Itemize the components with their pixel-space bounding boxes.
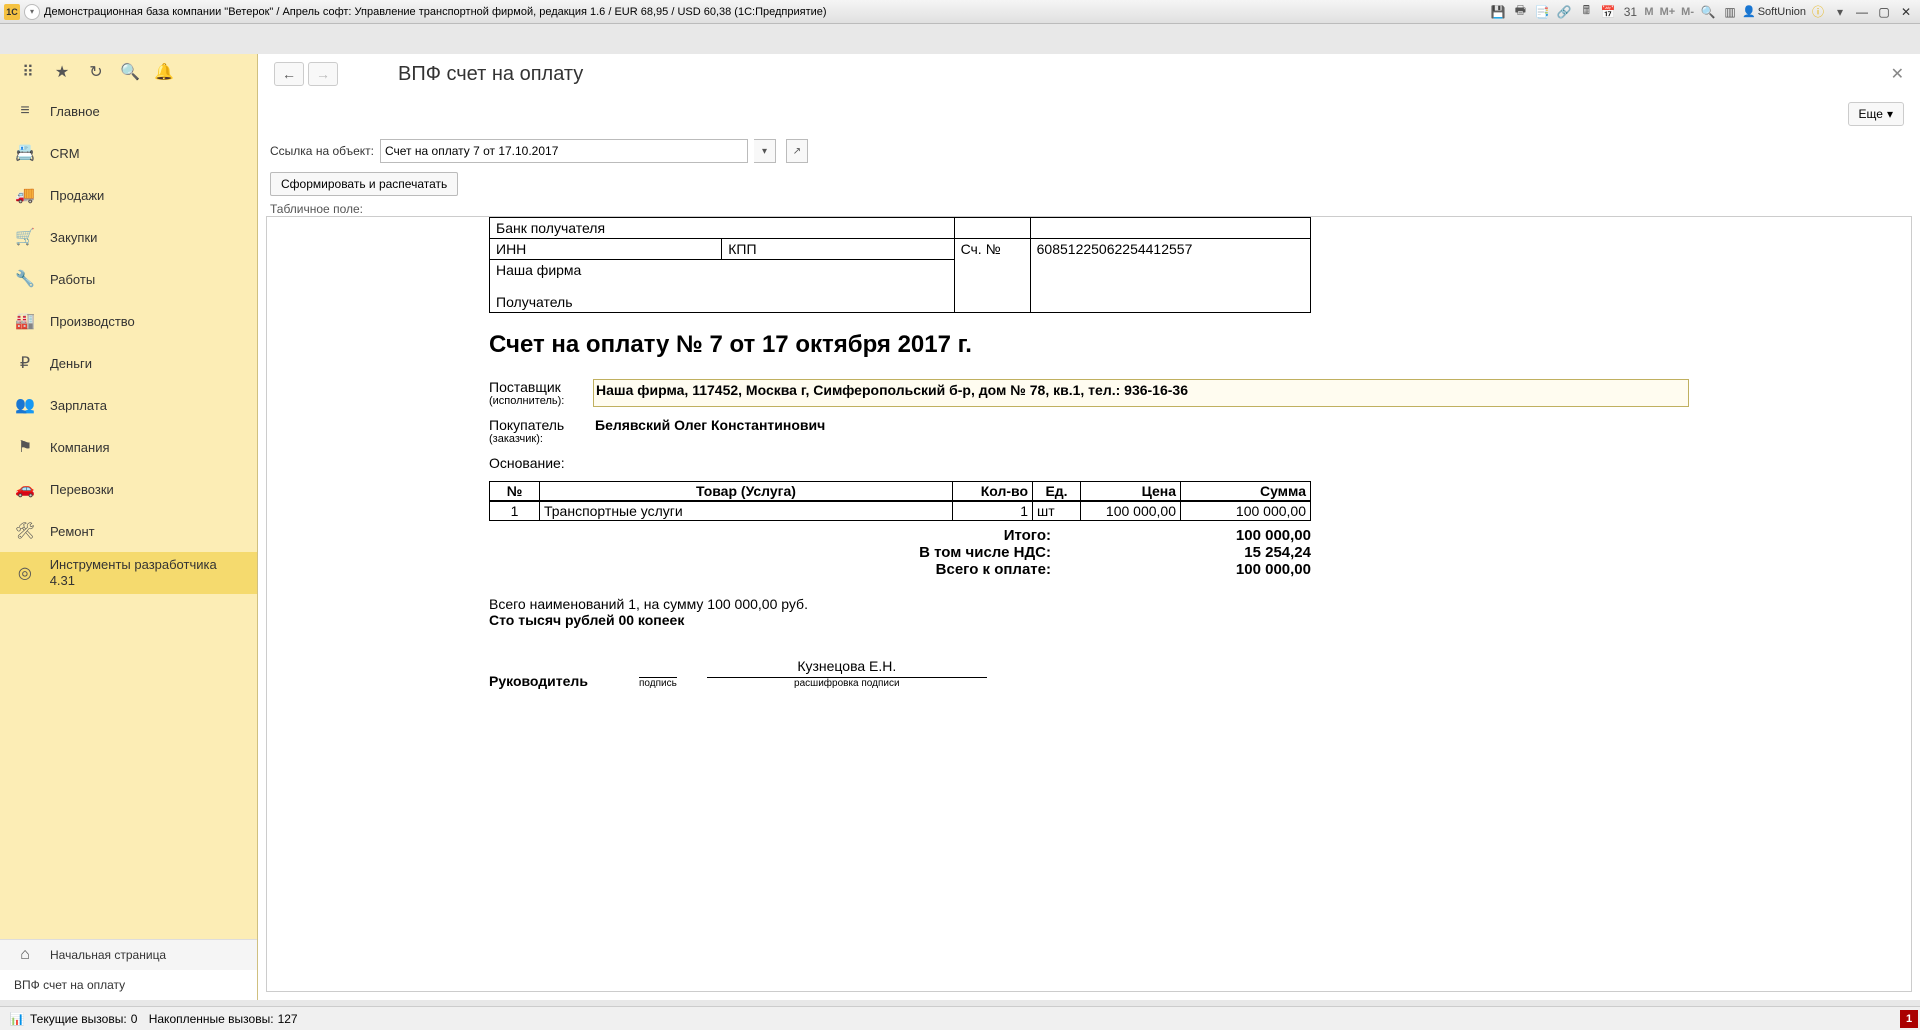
target-icon: ◎ <box>14 562 36 584</box>
document-preview[interactable]: Банк получателя ИНН КПП Сч. № 6085122506… <box>266 216 1912 992</box>
table-row: 1 Транспортные услуги 1 шт 100 000,00 10… <box>490 501 1311 521</box>
sidebar-item-works[interactable]: 🔧Работы <box>0 258 257 300</box>
amount-words: Всего наименований 1, на сумму 100 000,0… <box>489 596 1689 628</box>
ref-dropdown-button[interactable]: ▾ <box>754 139 776 163</box>
truck-icon: 🚚 <box>14 184 36 206</box>
people-icon: 👥 <box>14 394 36 416</box>
main-area: ← → ВПФ счет на оплату ✕ Еще ▾ Ссылка на… <box>258 54 1920 1000</box>
calls-acc-value: 127 <box>278 1012 298 1026</box>
app-logo-icon: 1C <box>4 4 20 20</box>
bank-details-table: Банк получателя ИНН КПП Сч. № 6085122506… <box>489 217 1311 313</box>
cart-icon: 🛒 <box>14 226 36 248</box>
window-title: Демонстрационная база компании "Ветерок"… <box>44 6 827 18</box>
sidebar-item-purchases[interactable]: 🛒Закупки <box>0 216 257 258</box>
close-tab-icon[interactable]: ✕ <box>1891 64 1904 84</box>
compare-icon[interactable]: 📑 <box>1532 3 1552 21</box>
inn-cell: ИНН <box>490 239 722 260</box>
titlebar: 1C ▾ Демонстрационная база компании "Вет… <box>0 0 1920 24</box>
items-table: № Товар (Услуга) Кол-во Ед. Цена Сумма 1… <box>489 481 1311 521</box>
firm-recipient-cell: Наша фирма Получатель <box>490 260 955 313</box>
sidebar-item-sales[interactable]: 🚚Продажи <box>0 174 257 216</box>
print-icon[interactable]: 🖶 <box>1510 3 1530 21</box>
search-icon[interactable]: 🔍 <box>116 60 144 84</box>
totals-block: Итого:100 000,00 В том числе НДС:15 254,… <box>489 527 1311 578</box>
acct-value-cell: 60851225062254412557 <box>1030 239 1310 313</box>
ref-input[interactable] <box>380 139 748 163</box>
flag-icon: ⚑ <box>14 436 36 458</box>
table-field-label: Табличное поле: <box>258 200 1920 216</box>
sidebar-toolbar: ⠿ ★ ↻ 🔍 🔔 <box>0 54 257 90</box>
signature-row: Руководитель подпись Кузнецова Е.Н. расш… <box>489 658 1311 689</box>
info-icon[interactable]: ⓘ <box>1808 3 1828 21</box>
nav-back-button[interactable]: ← <box>274 62 304 86</box>
apps-icon[interactable]: ⠿ <box>14 60 42 84</box>
minimize-button[interactable]: — <box>1852 3 1872 21</box>
statusbar: 📊 Текущие вызовы: 0 Накопленные вызовы: … <box>0 1006 1920 1030</box>
factory-icon: 🏭 <box>14 310 36 332</box>
tools-icon: 🛠 <box>14 520 36 542</box>
buyer-label: Покупатель(заказчик): <box>489 417 593 445</box>
error-indicator[interactable]: 1 <box>1900 1010 1918 1028</box>
close-button[interactable]: ✕ <box>1896 3 1916 21</box>
bank-recipient-cell: Банк получателя <box>490 218 955 239</box>
history-icon[interactable]: ↻ <box>82 60 110 84</box>
status-icon: 📊 <box>8 1010 26 1028</box>
invoice-title: Счет на оплату № 7 от 17 октября 2017 г. <box>489 331 1689 359</box>
car-icon: 🚗 <box>14 478 36 500</box>
calendar-icon[interactable]: 📅 <box>1598 3 1618 21</box>
sidebar-item-company[interactable]: ⚑Компания <box>0 426 257 468</box>
menu-icon: ≡ <box>14 100 36 122</box>
page-title: ВПФ счет на оплату <box>398 63 583 86</box>
sidebar-item-transport[interactable]: 🚗Перевозки <box>0 468 257 510</box>
restore-button[interactable]: ▢ <box>1874 3 1894 21</box>
supplier-value[interactable]: Наша фирма, 117452, Москва г, Симферопол… <box>593 379 1689 407</box>
sidebar-start-page[interactable]: ⌂Начальная страница <box>0 940 257 970</box>
card-icon: 📇 <box>14 142 36 164</box>
memory-mplus[interactable]: M+ <box>1658 6 1678 18</box>
bell-icon[interactable]: 🔔 <box>150 60 178 84</box>
wrench-icon: 🔧 <box>14 268 36 290</box>
user-badge[interactable]: 👤 SoftUnion <box>1742 5 1806 18</box>
kpp-cell: КПП <box>722 239 954 260</box>
ref-label: Ссылка на объект: <box>270 144 374 158</box>
zoom-icon[interactable]: 🔍 <box>1698 3 1718 21</box>
acct-label-cell: Сч. № <box>954 239 1030 313</box>
date-icon[interactable]: 31 <box>1620 3 1640 21</box>
sidebar: ⠿ ★ ↻ 🔍 🔔 ≡Главное 📇CRM 🚚Продажи 🛒Закупк… <box>0 54 258 1000</box>
home-icon: ⌂ <box>14 944 36 966</box>
sidebar-item-production[interactable]: 🏭Производство <box>0 300 257 342</box>
calls-current-value: 0 <box>131 1012 138 1026</box>
form-print-button[interactable]: Сформировать и распечатать <box>270 172 458 196</box>
memory-m[interactable]: M <box>1642 6 1655 18</box>
chevron-down-icon[interactable]: ▾ <box>1830 3 1850 21</box>
sidebar-item-repair[interactable]: 🛠Ремонт <box>0 510 257 552</box>
save-icon[interactable]: 💾 <box>1488 3 1508 21</box>
app-menu-dropdown[interactable]: ▾ <box>24 4 40 20</box>
sidebar-item-devtools[interactable]: ◎Инструменты разработчика 4.31 <box>0 552 257 594</box>
sidebar-item-money[interactable]: ₽Деньги <box>0 342 257 384</box>
sidebar-item-crm[interactable]: 📇CRM <box>0 132 257 174</box>
chevron-down-icon: ▾ <box>1887 107 1893 121</box>
supplier-label: Поставщик(исполнитель): <box>489 379 593 407</box>
sidebar-current-page[interactable]: ВПФ счет на оплату <box>0 970 257 1000</box>
calc-icon[interactable]: 🖩 <box>1576 3 1596 21</box>
ruble-icon: ₽ <box>14 352 36 374</box>
calls-current-label: Текущие вызовы: <box>30 1012 127 1026</box>
ref-open-button[interactable]: ↗ <box>786 139 808 163</box>
calls-acc-label: Накопленные вызовы: <box>149 1012 274 1026</box>
panel-icon[interactable]: ▥ <box>1720 3 1740 21</box>
buyer-value: Белявский Олег Константинович <box>593 417 1689 445</box>
memory-mminus[interactable]: M- <box>1679 6 1696 18</box>
more-button[interactable]: Еще ▾ <box>1848 102 1904 126</box>
basis-label: Основание: <box>489 455 593 471</box>
nav-forward-button[interactable]: → <box>308 62 338 86</box>
link-icon[interactable]: 🔗 <box>1554 3 1574 21</box>
sidebar-item-salary[interactable]: 👥Зарплата <box>0 384 257 426</box>
star-icon[interactable]: ★ <box>48 60 76 84</box>
sidebar-item-main[interactable]: ≡Главное <box>0 90 257 132</box>
